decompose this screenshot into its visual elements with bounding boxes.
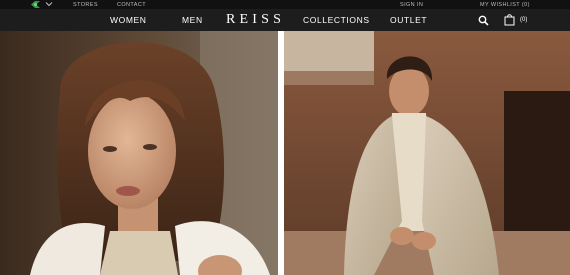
stores-link[interactable]: STORES xyxy=(73,2,98,8)
shopping-bag-icon[interactable] xyxy=(504,13,515,26)
nav-women[interactable]: WOMEN xyxy=(110,15,147,25)
nav-collections[interactable]: COLLECTIONS xyxy=(303,15,370,25)
chevron-down-icon[interactable] xyxy=(45,1,53,7)
utility-bar: STORES CONTACT SIGN IN MY WISHLIST (0) xyxy=(0,0,570,9)
bag-count[interactable]: (0) xyxy=(520,16,527,24)
flag-icon[interactable] xyxy=(31,1,40,8)
page: STORES CONTACT SIGN IN MY WISHLIST (0) W… xyxy=(0,0,570,275)
nav-men[interactable]: MEN xyxy=(182,15,203,25)
search-icon[interactable] xyxy=(478,15,489,26)
nav-outlet[interactable]: OUTLET xyxy=(390,15,427,25)
sign-in-link[interactable]: SIGN IN xyxy=(400,2,423,8)
women-hero-image[interactable] xyxy=(0,31,278,275)
main-nav: WOMEN MEN REISS COLLECTIONS OUTLET (0) xyxy=(0,9,570,31)
wishlist-link[interactable]: MY WISHLIST (0) xyxy=(480,2,530,8)
brand-logo[interactable]: REISS xyxy=(226,11,285,29)
men-hero-image[interactable] xyxy=(284,31,570,275)
contact-link[interactable]: CONTACT xyxy=(117,2,146,8)
